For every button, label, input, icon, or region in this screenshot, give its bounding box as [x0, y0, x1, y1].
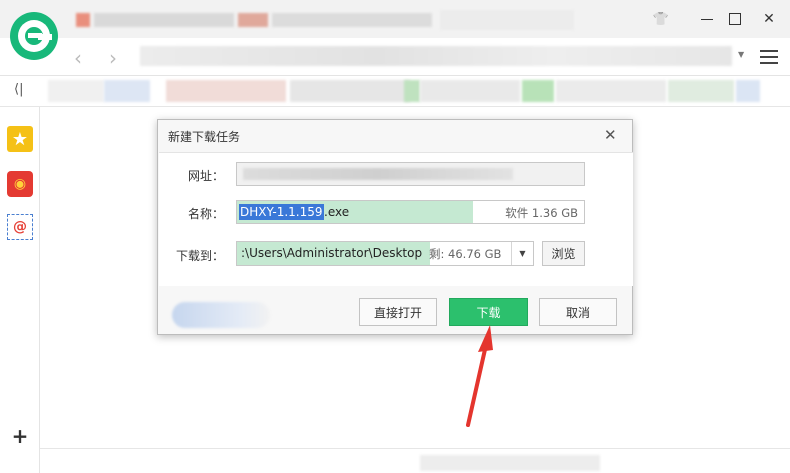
save-path-text: :\Users\Administrator\Desktop: [241, 246, 423, 260]
mail-icon[interactable]: @: [7, 214, 33, 240]
bookmark-placeholder[interactable]: [166, 80, 286, 102]
file-name-selected-text: DHXY-1.1.159: [239, 204, 324, 220]
back-arrow-icon[interactable]: ‹: [74, 46, 82, 70]
path-dropdown-icon[interactable]: ▼: [511, 242, 533, 265]
sidebar: [0, 107, 40, 473]
download-button[interactable]: 下载: [449, 298, 528, 326]
maximize-icon[interactable]: [725, 9, 745, 29]
bookmark-placeholder[interactable]: [522, 80, 554, 102]
name-label: 名称：: [187, 207, 224, 221]
free-space-text: 剩: 46.76 GB: [429, 247, 502, 261]
cancel-button[interactable]: 取消: [539, 298, 617, 326]
address-bar: ‹ ›: [0, 38, 790, 76]
tab-placeholder[interactable]: [94, 13, 234, 27]
save-path-combo[interactable]: :\Users\Administrator\Desktop 剩: 46.76 G…: [236, 241, 534, 266]
minimize-icon[interactable]: [697, 9, 717, 29]
save-location-label: 下载到：: [175, 249, 224, 263]
dialog-title: 新建下载任务: [168, 130, 241, 144]
bookmark-placeholder[interactable]: [404, 80, 420, 102]
forward-arrow-icon[interactable]: ›: [109, 46, 117, 70]
file-info: 软件 1.36 GB: [505, 206, 578, 220]
collapse-sidebar-icon[interactable]: ⟨|: [14, 82, 23, 97]
star-icon[interactable]: ★: [7, 126, 33, 152]
url-field[interactable]: [236, 162, 585, 186]
add-icon[interactable]: +: [7, 423, 33, 449]
url-box[interactable]: [140, 46, 732, 66]
bookmark-placeholder[interactable]: [104, 80, 150, 102]
bookmark-placeholder[interactable]: [420, 80, 520, 102]
tab-placeholder[interactable]: [238, 13, 268, 27]
browse-button[interactable]: 浏览: [542, 241, 585, 266]
tab-placeholder[interactable]: [76, 13, 90, 27]
file-name-field[interactable]: DHXY-1.1.159 .exe 软件 1.36 GB: [236, 200, 585, 224]
new-download-dialog: 新建下载任务 ✕ 网址： 名称： DHXY-1.1.159 .exe 软件 1.…: [157, 119, 633, 335]
tab-placeholder[interactable]: [440, 10, 574, 30]
bookmark-placeholder[interactable]: [48, 80, 104, 102]
status-placeholder: [420, 455, 600, 471]
dialog-close-icon[interactable]: ✕: [604, 126, 617, 144]
skin-icon[interactable]: [651, 9, 671, 29]
bookmark-placeholder[interactable]: [736, 80, 760, 102]
browser-logo-icon: [10, 12, 58, 60]
weibo-icon[interactable]: ◉: [7, 171, 33, 197]
url-label: 网址：: [187, 169, 224, 183]
dialog-body: 网址： 名称： DHXY-1.1.159 .exe 软件 1.36 GB 下载到…: [159, 152, 633, 286]
bookmark-placeholder[interactable]: [290, 80, 410, 102]
tab-placeholder[interactable]: [272, 13, 432, 27]
close-icon[interactable]: [759, 9, 779, 29]
bookmark-placeholder[interactable]: [668, 80, 734, 102]
menu-icon[interactable]: [760, 50, 778, 64]
status-bar: [40, 448, 790, 473]
file-extension-text: .exe: [324, 205, 350, 219]
open-directly-button[interactable]: 直接打开: [359, 298, 437, 326]
bookmark-placeholder[interactable]: [556, 80, 666, 102]
url-value-placeholder: [243, 168, 513, 180]
title-bar: [0, 0, 790, 38]
footer-blurred-placeholder: [172, 302, 270, 328]
url-dropdown-icon[interactable]: ▼: [738, 50, 744, 59]
bookmark-bar: [0, 77, 790, 107]
